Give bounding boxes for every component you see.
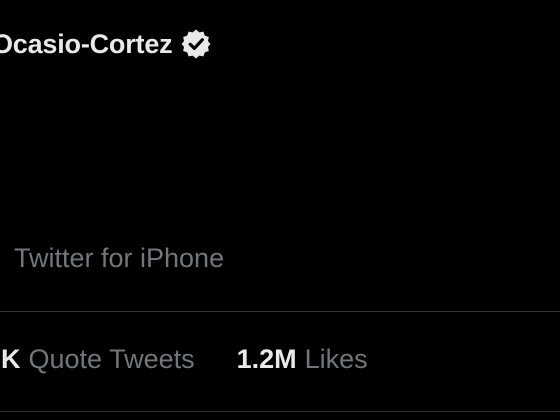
quote-tweets-stat[interactable]: 6K Quote Tweets — [0, 344, 195, 375]
tweet-stats: 6K Quote Tweets 1.2M Likes — [0, 344, 368, 375]
likes-stat[interactable]: 1.2M Likes — [237, 344, 368, 375]
source-label[interactable]: Twitter for iPhone — [14, 243, 224, 273]
quote-tweets-label: Quote Tweets — [28, 344, 195, 374]
divider-bottom — [0, 411, 560, 412]
divider-top — [0, 311, 560, 312]
tweet-author[interactable]: Ocasio-Cortez — [0, 28, 212, 60]
verified-badge-icon — [180, 28, 212, 60]
meta-separator: · — [0, 243, 2, 274]
likes-count: 1.2M — [236, 344, 297, 374]
author-display-name[interactable]: Ocasio-Cortez — [0, 29, 173, 60]
likes-label: Likes — [304, 344, 368, 374]
quote-tweets-count: 6K — [0, 344, 21, 374]
tweet-meta: · Twitter for iPhone — [0, 243, 224, 274]
